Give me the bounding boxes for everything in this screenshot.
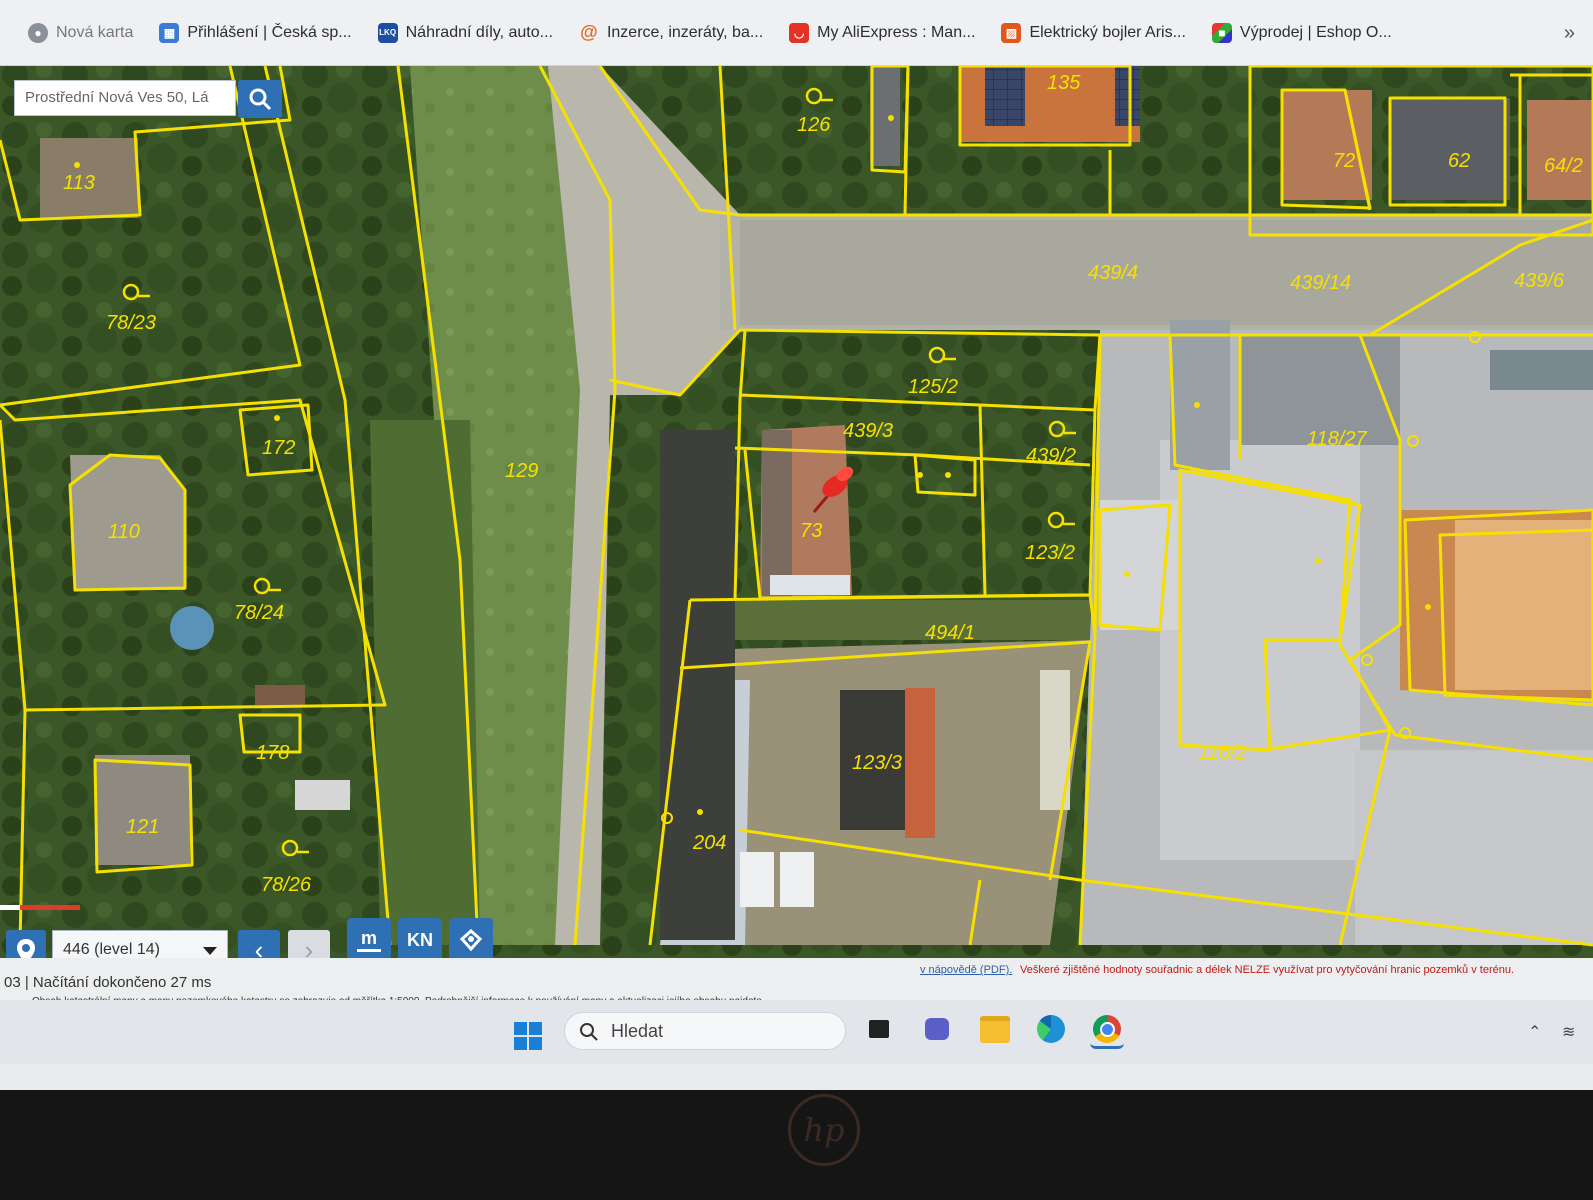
teams-icon[interactable] [920,1012,954,1046]
parcel-label[interactable]: 72 [1333,150,1355,173]
parcel-label[interactable]: 78/26 [261,874,311,897]
parcel-label[interactable]: 135 [1047,72,1080,95]
parcel-label[interactable]: 439/14 [1290,272,1351,295]
parcel-label[interactable]: 64/2 [1544,155,1583,178]
bookmark-label: Nová karta [56,23,134,41]
taskbar-search-placeholder: Hledat [611,1021,664,1041]
parcel-label[interactable]: 78/24 [234,602,284,625]
measure-icon: m [356,928,381,952]
edge-browser-icon[interactable] [1034,1012,1068,1046]
kn-layer-button[interactable]: KN [398,918,442,962]
windows-taskbar: Hledat ⌃ ≋ [0,1000,1593,1064]
parcel-label[interactable]: 204 [693,832,726,855]
parcel-label[interactable]: 118/27 [1307,428,1367,451]
parcel-label[interactable]: 62 [1448,150,1470,173]
bookmark-inzerce[interactable]: @ Inzerce, inzeráty, ba... [573,16,769,50]
share-location-button[interactable] [449,918,493,962]
kn-label: KN [407,929,433,950]
cadastral-map[interactable]: 113 78/23 172 110 78/24 178 121 78/26 12… [0,66,1593,958]
task-view-icon[interactable] [862,1012,896,1046]
parcel-labels: 113 78/23 172 110 78/24 178 121 78/26 12… [0,66,1593,958]
parcel-label[interactable]: 113 [63,172,95,195]
shop-icon: ■ [1211,22,1232,43]
zoom-level-value: 446 (level 14) [63,941,160,958]
parcel-label[interactable]: 178 [256,742,289,765]
search-icon [249,88,272,111]
parcel-label[interactable]: 126 [797,114,830,137]
bookmark-label: Přihlášení | Česká sp... [187,23,352,41]
parcel-label[interactable]: 439/6 [1514,270,1564,293]
location-share-icon [459,928,483,952]
file-explorer-icon[interactable] [978,1012,1012,1046]
search-icon [580,1023,598,1041]
bookmark-label: Výprodej | Eshop O... [1239,23,1392,41]
store-icon: ▨ [1001,22,1022,43]
coordinates-warning: Veškeré zjištěné hodnoty souřadnic a dél… [1020,964,1515,976]
parcel-label[interactable]: 110 [108,521,140,544]
parcel-label[interactable]: 129 [505,460,538,483]
bookmark-vyprodej[interactable]: ■ Výprodej | Eshop O... [1206,16,1398,50]
bookmark-ceska-sporitelna[interactable]: ▦ Přihlášení | Česká sp... [153,16,357,50]
address-search-input[interactable]: Prostřední Nová Ves 50, Lá [14,80,236,116]
bookmark-nova-karta[interactable]: ● Nová karta [22,16,139,50]
search-button[interactable] [238,80,282,118]
parcel-label[interactable]: 494/1 [925,622,975,645]
parcel-label[interactable]: 73 [800,520,822,543]
tray-chevron-up-icon[interactable]: ⌃ [1528,1022,1541,1042]
bookmark-label: My AliExpress : Man... [817,23,976,41]
wifi-icon[interactable]: ≋ [1562,1022,1575,1042]
autoparts-icon: LKQ [377,22,398,43]
at-sign-icon: @ [580,22,598,42]
browser-screen: ● Nová karta ▦ Přihlášení | Česká sp... … [0,0,1593,1090]
parcel-label[interactable]: 116/2 [1198,742,1247,765]
parcel-label[interactable]: 439/3 [843,420,893,443]
parcel-label[interactable]: 172 [262,437,295,460]
parcel-label[interactable]: 121 [126,816,159,839]
measure-button[interactable]: m [347,918,391,962]
loading-status: 03 | Načítání dokončeno 27 ms [4,974,212,991]
calendar-icon: ▦ [159,22,180,43]
bookmark-label: Náhradní díly, auto... [405,23,553,41]
bookmark-nahradni-dily[interactable]: LKQ Náhradní díly, auto... [372,16,559,50]
parcel-label[interactable]: 125/2 [908,376,958,399]
bookmark-aliexpress[interactable]: ◡ My AliExpress : Man... [783,16,981,50]
aliexpress-icon: ◡ [789,22,810,43]
help-pdf-link[interactable]: v nápovědě (PDF). [920,964,1012,976]
parcel-label[interactable]: 123/2 [1025,542,1075,565]
bookmark-bojler[interactable]: ▨ Elektrický bojler Aris... [995,16,1191,50]
windows-start-icon[interactable] [514,1022,542,1050]
chrome-browser-icon[interactable] [1090,1012,1124,1049]
parcel-label[interactable]: 123/3 [852,752,902,775]
taskbar-search[interactable]: Hledat [564,1012,846,1050]
parcel-label[interactable]: 439/4 [1088,262,1138,285]
chevron-down-icon [203,947,217,955]
globe-icon: ● [28,22,48,43]
bookmark-label: Inzerce, inzeráty, ba... [606,23,764,41]
hp-logo-icon: hp [788,1094,860,1166]
parcel-label[interactable]: 78/23 [106,312,156,335]
bookmarks-overflow-icon[interactable]: » [1564,22,1575,45]
bookmarks-bar: ● Nová karta ▦ Přihlášení | Česká sp... … [0,0,1593,66]
bookmark-label: Elektrický bojler Aris... [1029,23,1186,41]
parcel-label[interactable]: 439/2 [1026,445,1076,468]
